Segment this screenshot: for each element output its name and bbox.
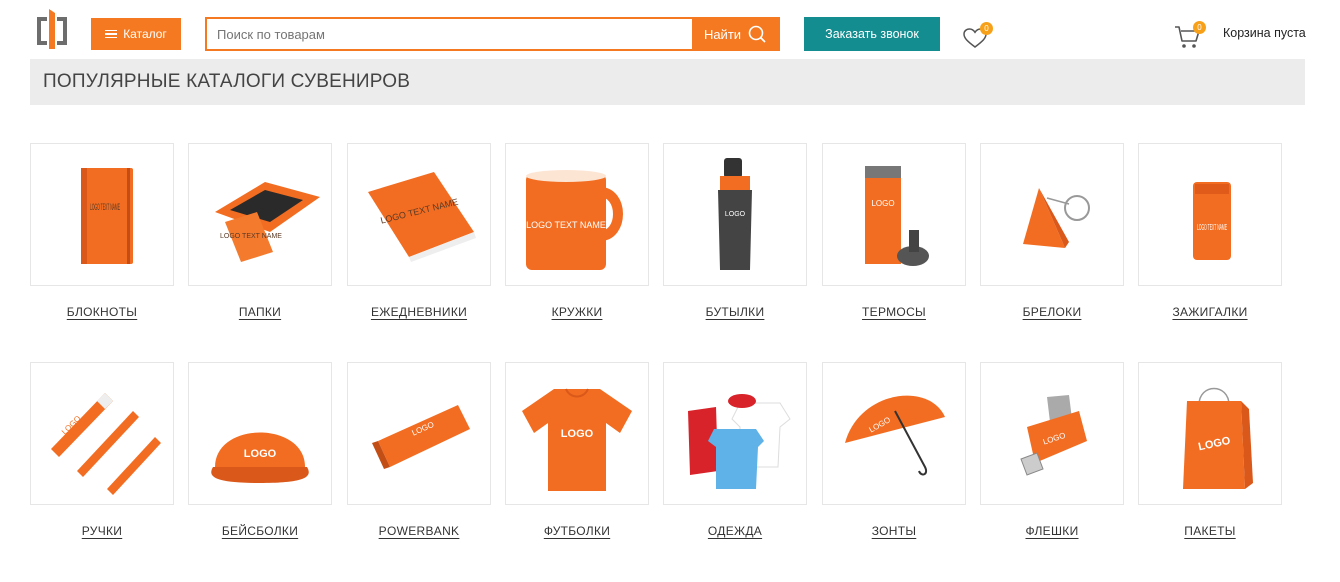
category-card: LOGO TEXT NAME БЛОКНОТЫ: [30, 143, 174, 319]
category-image[interactable]: LOGO TEXT NAME: [1138, 143, 1282, 286]
cart-status[interactable]: Корзина пуста: [1223, 26, 1306, 40]
keychain-icon: [1023, 188, 1090, 248]
category-image[interactable]: LOGO: [822, 143, 966, 286]
category-card: LOGO БУТЫЛКИ: [663, 143, 807, 319]
powerbank-icon: LOGO: [372, 405, 470, 469]
category-link[interactable]: БЕЙСБОЛКИ: [188, 524, 332, 538]
category-link[interactable]: ПАПКИ: [188, 305, 332, 319]
catalog-button[interactable]: Каталог: [91, 18, 181, 50]
category-link[interactable]: ЗАЖИГАЛКИ: [1138, 305, 1282, 319]
tshirt-print: LOGO: [561, 428, 594, 440]
category-link[interactable]: КРУЖКИ: [505, 305, 649, 319]
planner-icon: LOGO TEXT NAME: [368, 172, 476, 262]
umbrella-icon: LOGO: [845, 395, 945, 476]
clothes-icon: [688, 394, 791, 489]
cap-print: LOGO: [244, 448, 277, 460]
category-link[interactable]: БЛОКНОТЫ: [30, 305, 174, 319]
category-card: ОДЕЖДА: [663, 362, 807, 538]
category-image[interactable]: LOGO: [663, 143, 807, 286]
search-icon: [748, 25, 766, 43]
category-link[interactable]: POWERBANK: [347, 524, 491, 538]
category-link[interactable]: ТЕРМОСЫ: [822, 305, 966, 319]
section-header: ПОПУЛЯРНЫЕ КАТАЛОГИ СУВЕНИРОВ: [30, 59, 1305, 105]
pen-icon: LOGO: [51, 393, 161, 495]
category-card: LOGO ФЛЕШКИ: [980, 362, 1124, 538]
category-image[interactable]: LOGO: [505, 362, 649, 505]
category-link[interactable]: РУЧКИ: [30, 524, 174, 538]
cart-count-badge: 0: [1193, 21, 1206, 34]
search-input[interactable]: [207, 19, 692, 49]
category-link[interactable]: ЗОНТЫ: [822, 524, 966, 538]
search-button[interactable]: Найти: [692, 19, 778, 49]
category-card: LOGO TEXT NAME ЕЖЕДНЕВНИКИ: [347, 143, 491, 319]
category-image[interactable]: LOGO: [30, 362, 174, 505]
category-link[interactable]: ФУТБОЛКИ: [505, 524, 649, 538]
category-link[interactable]: ОДЕЖДА: [663, 524, 807, 538]
section-title: ПОПУЛЯРНЫЕ КАТАЛОГИ СУВЕНИРОВ: [43, 71, 411, 92]
folder-print: LOGO TEXT NAME: [220, 233, 282, 240]
wishlist-count-badge: 0: [980, 22, 993, 35]
category-card: LOGO TEXT NAME ПАПКИ: [188, 143, 332, 319]
category-link[interactable]: ЕЖЕДНЕВНИКИ: [347, 305, 491, 319]
tshirt-icon: LOGO: [522, 388, 632, 491]
bottle-icon: LOGO: [718, 158, 752, 270]
search-button-label: Найти: [703, 26, 742, 42]
category-link[interactable]: БУТЫЛКИ: [663, 305, 807, 319]
thermos-icon: LOGO: [865, 166, 929, 266]
category-link[interactable]: БРЕЛОКИ: [980, 305, 1124, 319]
usb-flash-icon: LOGO: [1020, 395, 1087, 476]
category-card: LOGO TEXT NAME ЗАЖИГАЛКИ: [1138, 143, 1282, 319]
category-image[interactable]: LOGO TEXT NAME: [188, 143, 332, 286]
category-card: БРЕЛОКИ: [980, 143, 1124, 319]
category-image[interactable]: LOGO: [980, 362, 1124, 505]
category-link[interactable]: ПАКЕТЫ: [1138, 524, 1282, 538]
site-logo[interactable]: [33, 7, 71, 49]
bottle-print: LOGO: [725, 211, 746, 218]
category-image[interactable]: LOGO: [1138, 362, 1282, 505]
category-card: LOGO ФУТБОЛКИ: [505, 362, 649, 538]
category-image[interactable]: LOGO: [822, 362, 966, 505]
category-card: LOGO ПАКЕТЫ: [1138, 362, 1282, 538]
notebook-print: LOGO TEXT NAME: [90, 202, 120, 212]
notebook-icon: LOGO TEXT NAME: [81, 168, 133, 264]
menu-icon: [105, 29, 118, 39]
category-card: LOGO БЕЙСБОЛКИ: [188, 362, 332, 538]
category-card: LOGO ЗОНТЫ: [822, 362, 966, 538]
callback-button[interactable]: Заказать звонок: [804, 17, 940, 51]
lighter-print: LOGO TEXT NAME: [1197, 223, 1227, 232]
category-image[interactable]: LOGO TEXT NAME: [30, 143, 174, 286]
cart-button[interactable]: 0: [1174, 20, 1206, 50]
wishlist-button[interactable]: 0: [962, 22, 996, 50]
category-card: LOGO ТЕРМОСЫ: [822, 143, 966, 319]
category-image[interactable]: [980, 143, 1124, 286]
category-image[interactable]: LOGO: [347, 362, 491, 505]
category-image[interactable]: LOGO: [188, 362, 332, 505]
category-image[interactable]: [663, 362, 807, 505]
mug-print: LOGO TEXT NAME: [526, 220, 606, 230]
cap-icon: LOGO: [211, 432, 309, 483]
category-card: LOGO POWERBANK: [347, 362, 491, 538]
category-image[interactable]: LOGO TEXT NAME: [505, 143, 649, 286]
mug-icon: LOGO TEXT NAME: [526, 170, 623, 270]
search-bar: Найти: [205, 17, 780, 51]
thermos-print: LOGO: [871, 199, 894, 208]
category-image[interactable]: LOGO TEXT NAME: [347, 143, 491, 286]
category-link[interactable]: ФЛЕШКИ: [980, 524, 1124, 538]
category-card: LOGO РУЧКИ: [30, 362, 174, 538]
category-card: LOGO TEXT NAME КРУЖКИ: [505, 143, 649, 319]
folder-icon: LOGO TEXT NAME: [215, 182, 320, 262]
bag-icon: LOGO: [1183, 387, 1253, 489]
catalog-button-label: Каталог: [123, 27, 167, 41]
lighter-icon: LOGO TEXT NAME: [1193, 182, 1231, 260]
